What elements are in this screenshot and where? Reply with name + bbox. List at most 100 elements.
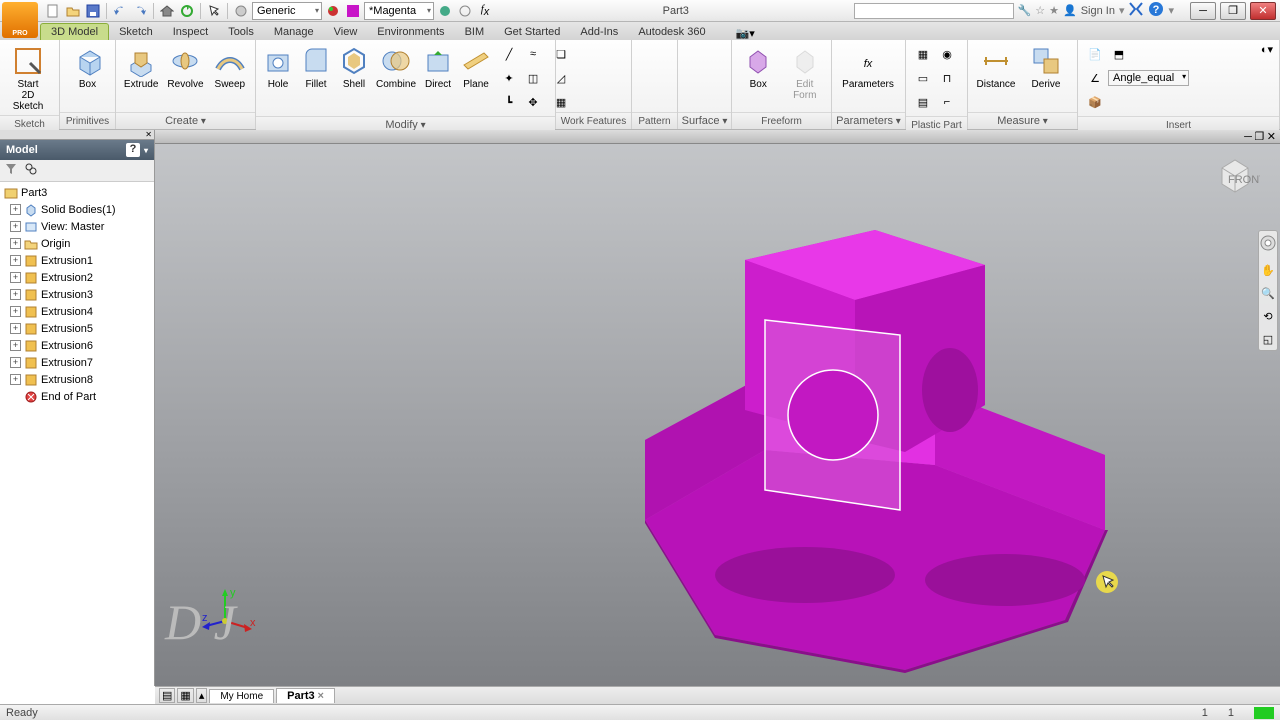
doc-tab-close-icon[interactable]: × xyxy=(317,690,323,702)
search-input[interactable] xyxy=(854,3,1014,19)
viewport-minimize-icon[interactable]: ─ xyxy=(1244,131,1252,143)
tab-sketch[interactable]: Sketch xyxy=(109,24,163,40)
tree-item[interactable]: +View: Master xyxy=(0,218,154,235)
direct-button[interactable]: Direct xyxy=(422,43,454,90)
insert-object-button[interactable]: 📦 xyxy=(1084,91,1106,113)
update-button[interactable] xyxy=(178,2,196,20)
tab-environments[interactable]: Environments xyxy=(367,24,454,40)
insert-import-button[interactable]: 📄 xyxy=(1084,43,1106,65)
browser-pin-icon[interactable]: ✕ xyxy=(0,130,154,140)
tab-inspect[interactable]: Inspect xyxy=(163,24,218,40)
new-button[interactable] xyxy=(44,2,62,20)
filter-icon[interactable] xyxy=(4,162,18,179)
distance-button[interactable]: Distance xyxy=(974,43,1018,90)
tree-item[interactable]: +Extrusion3 xyxy=(0,286,154,303)
redo-button[interactable] xyxy=(131,2,149,20)
lookat-icon[interactable]: ◱ xyxy=(1263,333,1273,346)
move-button[interactable]: ✥ xyxy=(522,91,544,113)
style-combo[interactable]: Generic xyxy=(252,2,322,20)
pan-icon[interactable]: ✋ xyxy=(1261,264,1275,277)
clear-button[interactable] xyxy=(456,2,474,20)
doc-tab-part[interactable]: Part3 × xyxy=(276,688,335,703)
material-button[interactable] xyxy=(232,2,250,20)
appearance-button[interactable] xyxy=(324,2,342,20)
tab-bim[interactable]: BIM xyxy=(455,24,495,40)
find-icon[interactable] xyxy=(24,162,38,179)
plastic-rest-button[interactable]: ▭ xyxy=(912,67,934,89)
insert-ifeature-button[interactable]: ⬒ xyxy=(1108,43,1130,65)
viewport-restore-icon[interactable]: ❐ xyxy=(1254,131,1264,143)
open-button[interactable] xyxy=(64,2,82,20)
maximize-button[interactable]: ❐ xyxy=(1220,2,1246,20)
viewport[interactable]: ─ ❐ ✕ xyxy=(155,130,1280,686)
split-button[interactable]: ◫ xyxy=(522,67,544,89)
tree-item[interactable]: +Extrusion7 xyxy=(0,354,154,371)
shell-button[interactable]: Shell xyxy=(338,43,370,90)
ribbon-options-button[interactable]: ◐▾ xyxy=(1261,43,1273,56)
tree-item[interactable]: End of Part xyxy=(0,388,154,405)
close-button[interactable]: ✕ xyxy=(1250,2,1276,20)
tree-item[interactable]: +Extrusion8 xyxy=(0,371,154,388)
insert-angle-icon[interactable]: ∠ xyxy=(1084,67,1106,89)
start-2d-sketch-button[interactable]: Start 2D Sketch xyxy=(6,43,50,112)
tab-autodesk-360[interactable]: Autodesk 360 xyxy=(628,24,715,40)
ucs-button[interactable]: ┗ xyxy=(498,91,520,113)
fx-button[interactable]: fx xyxy=(476,2,494,20)
doc-tab-home[interactable]: My Home xyxy=(209,689,274,703)
orbit-icon[interactable]: ⟲ xyxy=(1263,310,1272,323)
exchange-icon[interactable] xyxy=(1128,1,1144,20)
signin-link[interactable]: Sign In xyxy=(1081,5,1115,17)
adjust-button[interactable] xyxy=(436,2,454,20)
search-icon[interactable]: 🔧 xyxy=(1018,4,1032,17)
tree-item[interactable]: +Extrusion6 xyxy=(0,337,154,354)
point-button[interactable]: ✦ xyxy=(498,67,520,89)
tree-item[interactable]: +Extrusion4 xyxy=(0,303,154,320)
fillet-button[interactable]: Fillet xyxy=(300,43,332,90)
sweep-button[interactable]: Sweep xyxy=(211,43,249,90)
help-icon[interactable]: ? xyxy=(1148,1,1164,20)
zoom-icon[interactable]: 🔍 xyxy=(1261,287,1275,300)
extrude-button[interactable]: Extrude xyxy=(122,43,160,90)
tree-root[interactable]: Part3 xyxy=(0,184,154,201)
tab-tools[interactable]: Tools xyxy=(218,24,264,40)
tab-grid-icon[interactable]: ▦ xyxy=(177,688,193,703)
tab-list-icon[interactable]: ▤ xyxy=(159,688,175,703)
tab-3d-model[interactable]: 3D Model xyxy=(40,23,109,40)
save-button[interactable] xyxy=(84,2,102,20)
thread-button[interactable]: ≈ xyxy=(522,43,544,65)
appearance-toggle-icon[interactable]: 📷▾ xyxy=(736,27,755,40)
browser-help-icon[interactable]: ? xyxy=(126,143,140,157)
revolve-button[interactable]: Revolve xyxy=(166,43,204,90)
edit-form-button[interactable]: Edit Form xyxy=(785,43,826,101)
tree-item[interactable]: +Origin xyxy=(0,235,154,252)
star-icon[interactable]: ☆ xyxy=(1035,4,1045,17)
app-menu-button[interactable]: PRO xyxy=(2,2,38,38)
box-primitive-button[interactable]: Box xyxy=(66,43,109,90)
plastic-boss-button[interactable]: ◉ xyxy=(936,43,958,65)
plastic-rule-button[interactable]: ▤ xyxy=(912,91,934,113)
home-button[interactable] xyxy=(158,2,176,20)
plastic-snap-button[interactable]: ⊓ xyxy=(936,67,958,89)
derive-button[interactable]: Derive xyxy=(1024,43,1068,90)
tree-item[interactable]: +Extrusion5 xyxy=(0,320,154,337)
tab-manage[interactable]: Manage xyxy=(264,24,324,40)
favorite-icon[interactable]: ★ xyxy=(1049,4,1059,17)
tab-add-ins[interactable]: Add-Ins xyxy=(570,24,628,40)
axis-button[interactable]: ╱ xyxy=(498,43,520,65)
tab-view[interactable]: View xyxy=(324,24,368,40)
steering-wheel-icon[interactable] xyxy=(1260,235,1276,254)
plastic-lip-button[interactable]: ⌐ xyxy=(936,91,958,113)
tree-item[interactable]: +Extrusion1 xyxy=(0,252,154,269)
tree-item[interactable]: +Solid Bodies(1) xyxy=(0,201,154,218)
tree-item[interactable]: +Extrusion2 xyxy=(0,269,154,286)
viewport-close-icon[interactable]: ✕ xyxy=(1267,131,1276,143)
parameters-button[interactable]: fxParameters xyxy=(838,43,898,90)
color-combo[interactable]: *Magenta xyxy=(364,2,434,20)
hole-button[interactable]: Hole xyxy=(262,43,294,90)
minimize-button[interactable]: ─ xyxy=(1190,2,1216,20)
plastic-grill-button[interactable]: ▦ xyxy=(912,43,934,65)
select-button[interactable] xyxy=(205,2,223,20)
angle-equal-combo[interactable]: Angle_equal▾ xyxy=(1108,70,1189,86)
combine-button[interactable]: Combine xyxy=(376,43,416,90)
plane-button[interactable]: Plane xyxy=(460,43,492,90)
